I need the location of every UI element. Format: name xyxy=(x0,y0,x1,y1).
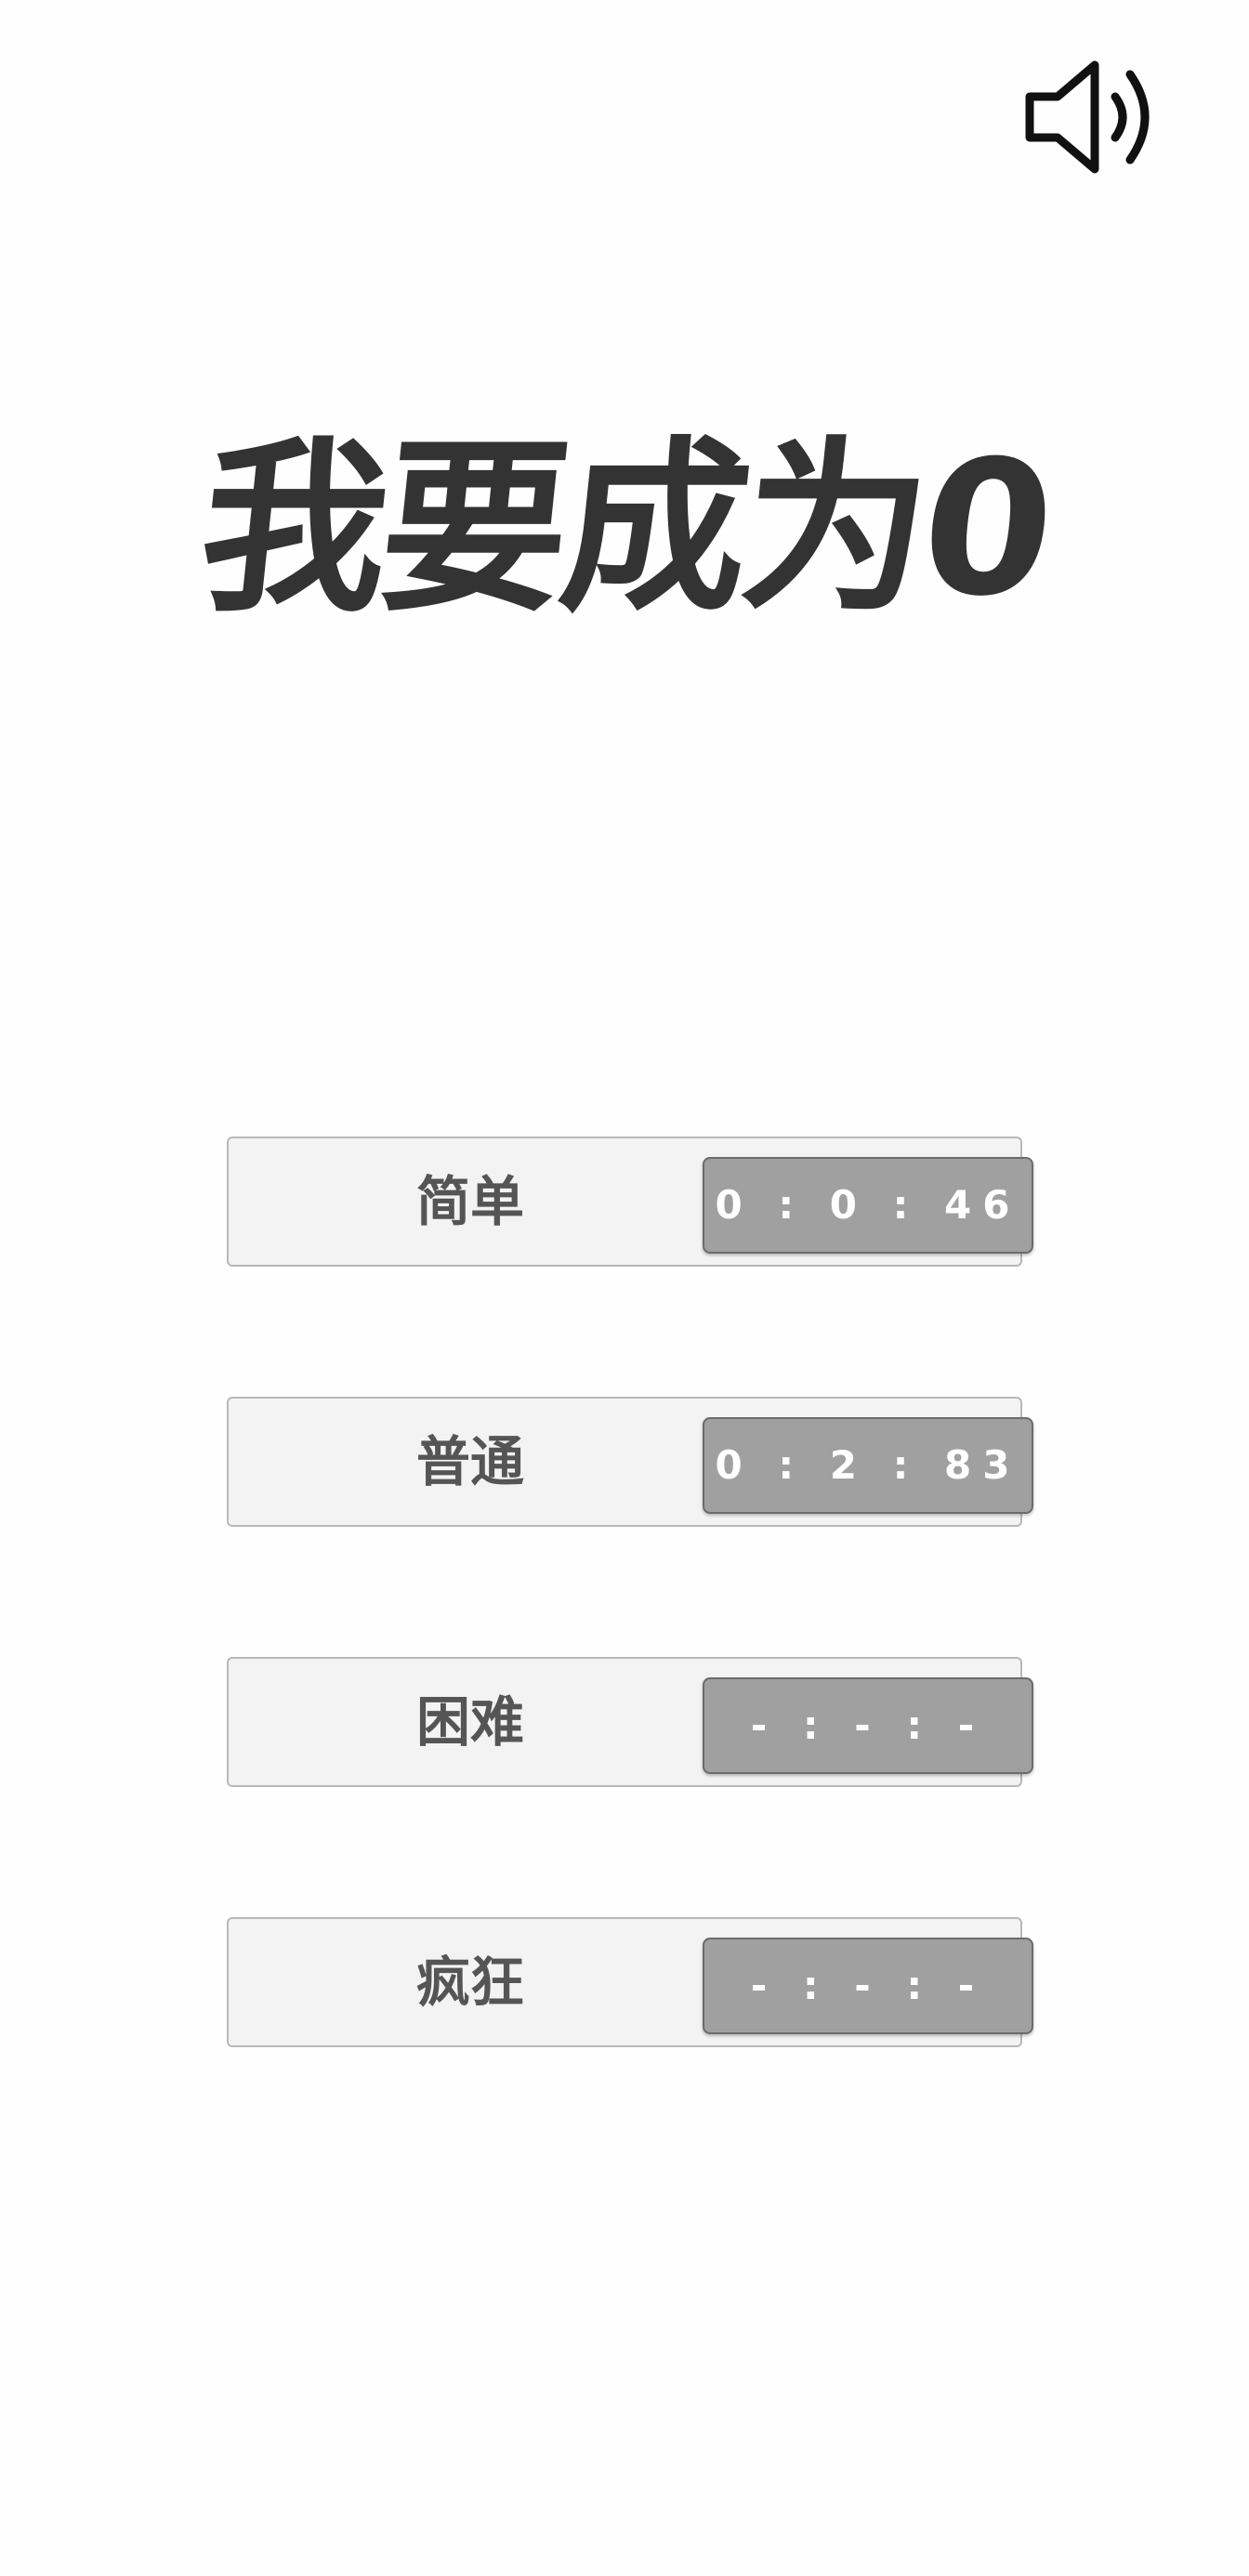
best-time-easy: 0 : 0 : 46 xyxy=(703,1157,1033,1254)
level-name-hard: 困难 xyxy=(415,1690,524,1754)
speaker-on-icon xyxy=(1025,60,1150,174)
best-time-hard-text: - : - : - xyxy=(750,1702,986,1748)
level-name-easy: 简单 xyxy=(415,1170,524,1233)
best-time-crazy: - : - : - xyxy=(703,1938,1033,2034)
level-row-crazy: 疯狂 - : - : - xyxy=(227,1917,1033,2047)
level-name-normal: 普通 xyxy=(415,1430,524,1493)
best-time-hard: - : - : - xyxy=(703,1677,1033,1774)
best-time-normal: 0 : 2 : 83 xyxy=(703,1417,1033,1514)
game-title: 我要成为0 xyxy=(191,421,1058,637)
best-time-normal-text: 0 : 2 : 83 xyxy=(715,1442,1021,1488)
level-row-easy: 简单 0 : 0 : 46 xyxy=(227,1137,1033,1267)
level-row-normal: 普通 0 : 2 : 83 xyxy=(227,1397,1033,1527)
best-time-crazy-text: - : - : - xyxy=(750,1963,986,2008)
level-row-hard: 困难 - : - : - xyxy=(227,1657,1033,1787)
best-time-easy-text: 0 : 0 : 46 xyxy=(715,1182,1021,1228)
sound-toggle-button[interactable] xyxy=(1022,54,1162,180)
level-name-crazy: 疯狂 xyxy=(415,1951,524,2014)
